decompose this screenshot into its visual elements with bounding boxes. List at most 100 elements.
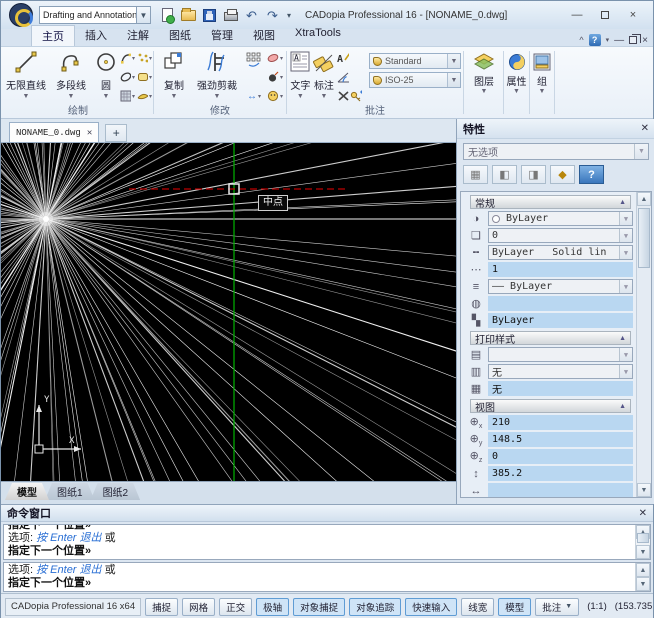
command-history-scrollbar[interactable]: ▲ ▼ xyxy=(635,525,650,559)
properties-scrollbar[interactable]: ▲ ▼ xyxy=(636,192,651,497)
property-value[interactable]: ByLayer Solid lin▼ xyxy=(488,245,633,260)
chevron-down-icon[interactable]: ▼ xyxy=(447,73,460,87)
ribbon-tab-4[interactable]: 管理 xyxy=(201,25,243,46)
property-value[interactable] xyxy=(488,296,633,311)
chevron-down-icon[interactable]: ▾ xyxy=(280,74,283,81)
status-toggle-1[interactable]: 网格 xyxy=(182,598,215,616)
section-header-2[interactable]: 视图▲ xyxy=(470,399,631,413)
print-button[interactable] xyxy=(222,7,239,23)
property-value[interactable]: 无 xyxy=(488,381,633,396)
stretch-button[interactable]: ↔ ▾ xyxy=(247,91,261,102)
point-button[interactable]: ▾ xyxy=(137,52,152,64)
status-toggle-8[interactable]: 模型 xyxy=(498,598,531,616)
command-option-link[interactable]: 按 Enter 退出 xyxy=(36,532,101,544)
help-button[interactable]: ? xyxy=(579,165,604,184)
chevron-down-icon[interactable]: ▾ xyxy=(149,74,152,81)
app-logo-icon[interactable] xyxy=(9,3,33,27)
power-trim-button[interactable]: 强劲剪裁 ▼ xyxy=(192,49,242,105)
text-style-select[interactable]: Standard ▼ xyxy=(369,53,461,69)
collapse-icon[interactable]: ▲ xyxy=(619,335,626,342)
property-value[interactable]: ByLayer▼ xyxy=(488,211,633,226)
copy-button[interactable]: 复制 ▼ xyxy=(156,49,192,105)
quick-select-button[interactable]: ◆ xyxy=(550,165,575,184)
scrollbar-thumb[interactable] xyxy=(638,208,650,268)
chevron-down-icon[interactable]: ▾ xyxy=(258,93,261,100)
hatch-button[interactable]: ▾ xyxy=(120,90,135,102)
annotation-scale-dropdown[interactable]: 批注 ▼ xyxy=(535,598,579,616)
circle-button[interactable]: 圆 ▼ xyxy=(93,49,119,105)
ribbon-tab-5[interactable]: 视图 xyxy=(243,25,285,46)
region-button[interactable]: ▾ xyxy=(137,71,152,83)
property-value[interactable]: ▼ xyxy=(488,347,633,362)
chevron-down-icon[interactable]: ▾ xyxy=(149,55,152,62)
angle-dimension-button[interactable] xyxy=(337,71,368,83)
chevron-down-icon[interactable]: ▼ xyxy=(297,93,304,100)
status-toggle-3[interactable]: 极轴 xyxy=(256,598,289,616)
save-button[interactable] xyxy=(201,7,218,23)
ribbon-tab-0[interactable]: 主页 xyxy=(31,25,75,46)
chevron-down-icon[interactable]: ▼ xyxy=(103,93,110,100)
dimension-delete-icon[interactable] xyxy=(337,90,349,102)
key-add-icon[interactable] xyxy=(350,90,362,102)
close-button[interactable]: × xyxy=(619,6,647,24)
property-value[interactable]: 无▼ xyxy=(488,364,633,379)
property-value[interactable]: 0▼ xyxy=(488,228,633,243)
select-elements-button[interactable]: ◧ xyxy=(492,165,517,184)
status-toggle-4[interactable]: 对象捕捉 xyxy=(293,598,345,616)
scroll-down-icon[interactable]: ▼ xyxy=(637,483,651,497)
chevron-down-icon[interactable]: ▾ xyxy=(132,55,135,62)
chevron-down-icon[interactable]: ▾ xyxy=(280,55,283,62)
section-header-1[interactable]: 打印样式▲ xyxy=(470,331,631,345)
explode-button[interactable]: ▾ xyxy=(267,71,283,83)
command-window-title-bar[interactable]: 命令窗口 ✕ xyxy=(1,505,653,522)
new-file-button[interactable] xyxy=(159,7,176,23)
chevron-down-icon[interactable]: ▼ xyxy=(619,365,632,378)
scrollbar-thumb[interactable] xyxy=(637,533,649,543)
collapse-icon[interactable]: ▲ xyxy=(619,199,626,206)
minimize-button[interactable]: — xyxy=(563,6,591,24)
ribbon-tab-2[interactable]: 注解 xyxy=(117,25,159,46)
ellipse-button[interactable]: ▾ xyxy=(120,71,135,83)
doc-restore-button[interactable] xyxy=(629,36,637,44)
qat-customize-button[interactable]: ▾ xyxy=(287,11,291,20)
arc-button[interactable]: ▾ xyxy=(120,52,135,64)
workspace-select[interactable]: Drafting and Annotation ▼ xyxy=(39,6,151,24)
chevron-down-icon[interactable]: ▼ xyxy=(619,280,632,293)
property-value[interactable]: 148.5 xyxy=(488,432,633,447)
document-tab[interactable]: NONAME_0.dwg ✕ xyxy=(9,122,99,142)
maximize-button[interactable] xyxy=(591,6,619,24)
chevron-down-icon[interactable]: ▼ xyxy=(23,93,30,100)
scroll-down-icon[interactable]: ▼ xyxy=(636,545,650,559)
layout-tab-1[interactable]: 图纸1 xyxy=(45,483,95,500)
chevron-down-icon[interactable]: ▼ xyxy=(214,93,221,100)
help-icon[interactable]: ? xyxy=(589,34,601,46)
status-toggle-2[interactable]: 正交 xyxy=(219,598,252,616)
property-value[interactable]: 210 xyxy=(488,415,633,430)
chevron-down-icon[interactable]: ▾ xyxy=(606,36,610,44)
property-value[interactable]: 385.2 xyxy=(488,466,633,481)
collapse-icon[interactable]: ▲ xyxy=(619,403,626,410)
doc-minimize-button[interactable]: — xyxy=(614,35,624,46)
properties-button[interactable]: 属性 ▼ xyxy=(505,51,528,95)
status-toggle-0[interactable]: 捕捉 xyxy=(145,598,178,616)
open-file-button[interactable] xyxy=(180,7,197,23)
pickbox-settings-button[interactable]: ▦ xyxy=(463,165,488,184)
chevron-down-icon[interactable]: ▼ xyxy=(513,88,520,95)
command-prompt-scrollbar[interactable]: ▲ ▼ xyxy=(635,563,650,591)
property-value[interactable] xyxy=(488,483,633,498)
dimension-button[interactable]: 标注 ▼ xyxy=(312,49,336,105)
chevron-down-icon[interactable]: ▼ xyxy=(619,348,632,361)
command-history[interactable]: 指定下一个位置»选项: 按 Enter 退出 或指定下一个位置» ▲ ▼ xyxy=(3,524,651,560)
chevron-down-icon[interactable]: ▾ xyxy=(149,93,152,100)
undo-button[interactable]: ↶ xyxy=(243,7,260,23)
text-button[interactable]: A 文字 ▼ xyxy=(289,49,312,105)
layout-tab-2[interactable]: 图纸2 xyxy=(91,483,141,500)
status-toggle-7[interactable]: 线宽 xyxy=(461,598,494,616)
redo-button[interactable]: ↷ xyxy=(264,7,281,23)
scroll-down-icon[interactable]: ▼ xyxy=(636,577,650,591)
array-button[interactable] xyxy=(246,52,262,68)
chevron-down-icon[interactable]: ▼ xyxy=(619,212,632,225)
command-prompt[interactable]: 选项: 按 Enter 退出 或指定下一个位置» ▲ ▼ xyxy=(3,562,651,592)
dim-style-select[interactable]: ISO-25 ▼ xyxy=(369,72,461,88)
close-panel-icon[interactable]: ✕ xyxy=(641,123,649,134)
